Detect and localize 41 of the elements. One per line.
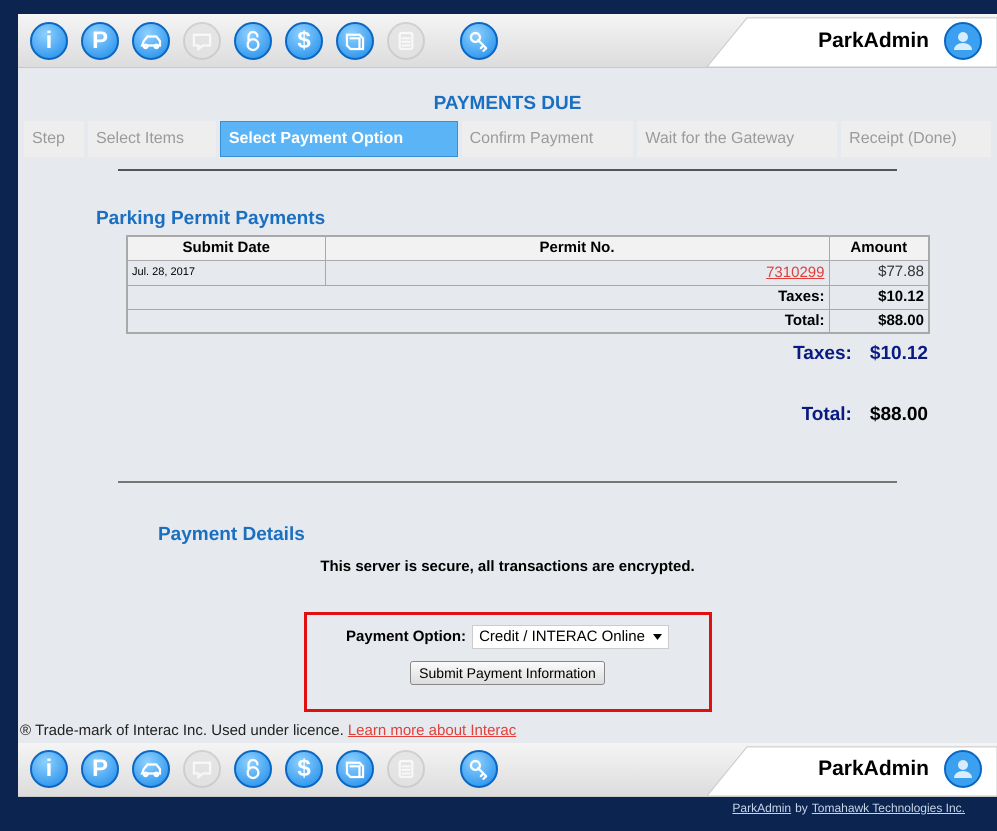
letter-button[interactable]: i	[30, 750, 68, 788]
letter-button[interactable]: $	[285, 750, 323, 788]
lock-icon[interactable]	[234, 22, 272, 60]
car-icon[interactable]	[132, 22, 170, 60]
submit-button[interactable]: Submit Payment Information	[410, 661, 605, 685]
page-title: PAYMENTS DUE	[432, 92, 582, 116]
permit-link[interactable]: 7310299	[766, 264, 824, 280]
lock-icon[interactable]	[234, 750, 272, 788]
book-icon[interactable]	[336, 750, 374, 788]
registered-mark: ®	[20, 721, 32, 741]
table-cell: Taxes:	[127, 285, 829, 309]
car-icon[interactable]	[132, 750, 170, 788]
user-icon	[943, 20, 983, 60]
secure-note: This server is secure, all transactions are encrypted.	[319, 556, 696, 576]
column-header: Permit No.	[325, 236, 829, 260]
summary-label: Total:	[802, 402, 852, 426]
letter-button[interactable]: P	[81, 750, 119, 788]
summary-value: $10.12	[870, 342, 928, 366]
parkadmin-link[interactable]: ParkAdmin	[732, 798, 792, 816]
letter-button[interactable]: P	[81, 22, 119, 60]
letter-button[interactable]: i	[30, 22, 68, 60]
section-title: Parking Permit Payments	[96, 206, 326, 230]
letter-button[interactable]: $	[285, 22, 323, 60]
interac-link[interactable]: Learn more about Interac	[348, 720, 516, 742]
section-title: Payment Details	[158, 523, 306, 547]
book-icon[interactable]	[336, 22, 374, 60]
user-icon	[943, 749, 983, 789]
key-icon[interactable]	[460, 22, 498, 60]
trademark-note: Trade-mark of Interac Inc. Used under licence.	[35, 721, 344, 741]
brand-name: ParkAdmin	[818, 756, 929, 782]
brand-name: ParkAdmin	[818, 28, 929, 54]
by-text: by	[795, 800, 808, 816]
summary-value: $88.00	[870, 402, 928, 426]
company-link[interactable]: Tomahawk Technologies Inc.	[812, 798, 965, 816]
key-icon[interactable]	[460, 750, 498, 788]
column-header: Submit Date	[127, 236, 325, 260]
summary-label: Taxes:	[793, 342, 852, 366]
table-cell: Jul. 28, 2017	[127, 260, 325, 285]
payment-option-select[interactable]: Credit / INTERAC Online	[472, 625, 669, 649]
caret-icon	[652, 634, 662, 640]
option-label: Payment Option:	[346, 626, 466, 647]
